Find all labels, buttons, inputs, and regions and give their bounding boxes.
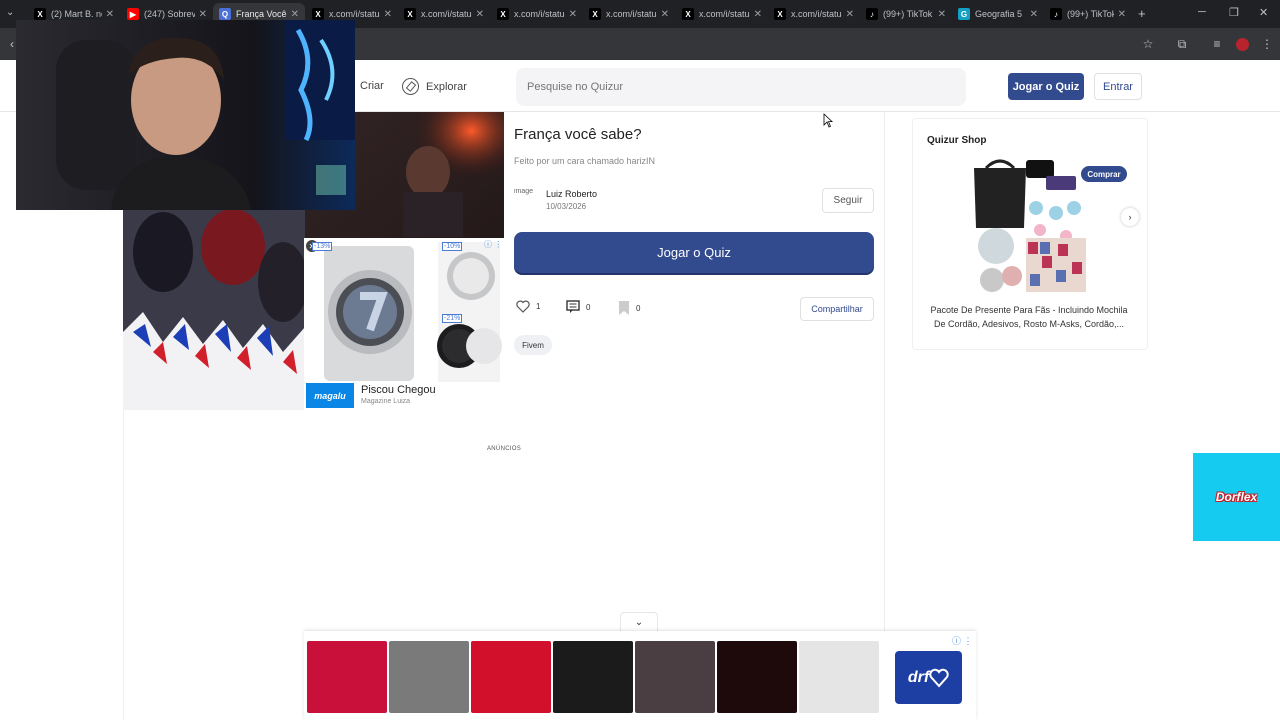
tab-12[interactable]: ♪ (99+) TikTok ✕ <box>1044 3 1132 25</box>
tab-10[interactable]: ♪ (99+) TikTok ✕ <box>860 3 952 25</box>
bookmark-star-icon[interactable]: ☆ <box>1138 34 1158 54</box>
close-tab-icon[interactable]: ✕ <box>384 9 392 20</box>
minimize-icon[interactable]: ─ <box>1198 6 1206 18</box>
close-tab-icon[interactable]: ✕ <box>569 9 577 20</box>
x-icon: X <box>404 8 416 20</box>
product-swatch[interactable] <box>635 641 715 713</box>
content-divider <box>884 112 885 720</box>
close-tab-icon[interactable]: ✕ <box>661 9 669 20</box>
tab-9[interactable]: Xx.com/i/status ✕ <box>768 3 860 25</box>
tiktok-icon: ♪ <box>1050 8 1062 20</box>
close-window-icon[interactable]: ✕ <box>1259 6 1268 19</box>
discount-badge-2: -21% <box>442 314 463 323</box>
play-quiz-header-button[interactable]: Jogar o Quiz <box>1008 73 1084 100</box>
nav-explore-label: Explorar <box>426 80 467 93</box>
like-count: 1 <box>536 302 541 311</box>
close-tab-icon[interactable]: ✕ <box>754 9 762 20</box>
compass-icon <box>402 78 419 95</box>
tab-7[interactable]: Xx.com/i/status ✕ <box>583 3 675 25</box>
media-icon[interactable]: ≡ <box>1207 34 1227 54</box>
search-input[interactable] <box>516 68 966 106</box>
product-swatch[interactable] <box>717 641 797 713</box>
x-icon: X <box>497 8 509 20</box>
tiktok-icon: ♪ <box>866 8 878 20</box>
author-name[interactable]: Luiz Roberto <box>546 189 597 199</box>
tab-5[interactable]: Xx.com/i/status ✕ <box>398 3 490 25</box>
close-tab-icon[interactable]: ✕ <box>199 9 207 20</box>
save-count: 0 <box>636 303 641 313</box>
product-swatch[interactable] <box>471 641 551 713</box>
menu-icon[interactable]: ⋮ <box>1257 34 1277 54</box>
youtube-icon: ▶ <box>127 8 139 20</box>
comment-count: 0 <box>586 302 591 312</box>
buy-button[interactable]: Comprar <box>1081 166 1127 182</box>
tab-6[interactable]: Xx.com/i/status ✕ <box>491 3 583 25</box>
bookmark-icon <box>619 301 629 315</box>
mouse-cursor <box>823 113 833 128</box>
x-icon: X <box>312 8 324 20</box>
magalu-logo[interactable]: magalu <box>306 383 354 408</box>
quizur-icon: Q <box>219 8 231 20</box>
publish-date: 10/03/2026 <box>546 202 587 211</box>
x-icon: X <box>34 8 46 20</box>
close-tab-icon[interactable]: ✕ <box>291 9 299 20</box>
quiz-title: França você sabe? <box>514 126 642 143</box>
ad-info-icon[interactable]: ⓘ ⋮ <box>484 239 502 250</box>
x-icon: X <box>682 8 694 20</box>
tab-8[interactable]: Xx.com/i/status ✕ <box>676 3 768 25</box>
dorflex-logo: Dorflex <box>1215 490 1258 504</box>
play-quiz-button[interactable]: Jogar o Quiz <box>514 232 874 273</box>
x-icon: X <box>589 8 601 20</box>
product-swatch[interactable] <box>389 641 469 713</box>
extensions-icon[interactable]: ⧉ <box>1172 34 1192 54</box>
login-button[interactable]: Entrar <box>1094 73 1142 100</box>
discount-badge-1: -10% <box>442 242 463 251</box>
close-tab-icon[interactable]: ✕ <box>938 9 946 20</box>
product-swatch[interactable] <box>307 641 387 713</box>
product-title[interactable]: Pacote De Presente Para Fãs - Incluindo … <box>924 303 1134 331</box>
heart-icon <box>516 300 530 313</box>
tag-chip[interactable]: Fivem <box>514 335 552 355</box>
save-button[interactable]: 0 <box>618 300 640 316</box>
close-tab-icon[interactable]: ✕ <box>1030 9 1038 20</box>
left-divider <box>123 410 124 720</box>
quiz-description: Feito por um cara chamado harizIN <box>514 156 656 166</box>
like-button[interactable]: 1 <box>516 300 540 313</box>
author-avatar[interactable]: image <box>514 188 538 212</box>
nav-create[interactable]: Criar <box>360 80 384 92</box>
drf-logo[interactable]: drf <box>895 651 962 704</box>
nav-explore[interactable]: Explorar <box>402 78 467 95</box>
follow-button[interactable]: Seguir <box>822 188 874 213</box>
webcam-overlay <box>16 20 355 210</box>
discount-badge-3: -13% <box>312 242 333 251</box>
close-tab-icon[interactable]: ✕ <box>1118 9 1126 20</box>
app-icon: G <box>958 8 970 20</box>
close-tab-icon[interactable]: ✕ <box>846 9 854 20</box>
product-swatch[interactable] <box>553 641 633 713</box>
ad-info-icon[interactable]: ⓘ ⋮ <box>952 634 973 647</box>
heart-logo-icon <box>929 668 949 688</box>
close-tab-icon[interactable]: ✕ <box>106 9 114 20</box>
tab-search-button[interactable]: ⌄ <box>6 7 14 18</box>
restore-icon[interactable]: ❐ <box>1229 6 1239 19</box>
chevron-right-icon[interactable]: › <box>1121 208 1139 226</box>
ad-title[interactable]: Piscou Chegou <box>361 384 436 396</box>
drf-logo-text: drf <box>907 668 930 686</box>
ads-label: ANÚNCIOS <box>487 446 522 452</box>
tab-11[interactable]: G Geografia 5 ✕ <box>952 3 1044 25</box>
ad-subtitle: Magazine Luiza <box>361 398 411 405</box>
share-button[interactable]: Compartilhar <box>800 297 874 321</box>
comment-icon <box>566 300 580 313</box>
product-swatch[interactable] <box>799 641 879 713</box>
shop-title: Quizur Shop <box>927 135 987 146</box>
close-tab-icon[interactable]: ✕ <box>476 9 484 20</box>
profile-avatar[interactable] <box>1232 34 1252 54</box>
comment-button[interactable]: 0 <box>566 300 590 314</box>
chevron-down-icon[interactable]: ⌄ <box>620 612 658 632</box>
product-image[interactable] <box>966 158 1092 294</box>
x-icon: X <box>774 8 786 20</box>
dorflex-ad[interactable]: Dorflex <box>1193 453 1280 541</box>
new-tab-button[interactable]: + <box>1138 6 1146 21</box>
